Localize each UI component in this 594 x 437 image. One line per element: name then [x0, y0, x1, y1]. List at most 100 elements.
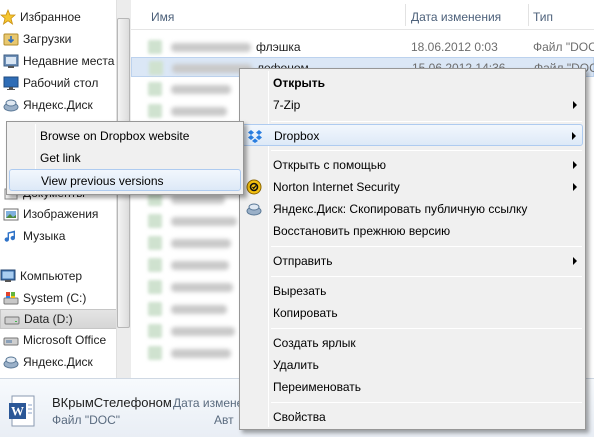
nav-item-desktop[interactable]: Рабочий стол: [3, 73, 98, 93]
computer-icon: [0, 268, 16, 284]
star-icon: [0, 8, 17, 25]
blurred-filename: [171, 283, 233, 292]
system-drive-icon: [3, 290, 19, 306]
menu-item-label: Восстановить прежнюю версию: [273, 224, 451, 238]
file-type: Файл "DOC: [533, 40, 594, 54]
nav-item-label: Data (D:): [24, 312, 73, 326]
blurred-filename: [171, 107, 227, 116]
details-filename: ВКрымСтелефоном: [52, 395, 172, 410]
menu-item-label: Norton Internet Security: [273, 180, 400, 194]
yandex-disk-icon: [3, 354, 19, 370]
dropbox-icon: [247, 128, 263, 144]
file-icon: [148, 104, 162, 118]
menu-separator: [271, 402, 582, 403]
menu-item-label: View previous versions: [41, 174, 164, 188]
blurred-filename: [171, 239, 231, 248]
menu-item-cut[interactable]: Вырезать: [242, 280, 583, 302]
menu-item-view-previous-versions[interactable]: View previous versions: [9, 169, 241, 191]
menu-item-properties[interactable]: Свойства: [242, 406, 583, 428]
menu-item-label: 7-Zip: [273, 98, 301, 112]
menu-item-label: Создать ярлык: [273, 336, 356, 350]
file-icon: [148, 214, 162, 228]
nav-item-recent-places[interactable]: Недавние места: [3, 51, 114, 71]
menu-item-label: Яндекс.Диск: Скопировать публичную ссылк…: [273, 202, 528, 216]
table-row[interactable]: флэшка 18.06.2012 0:03 Файл "DOC: [131, 37, 594, 57]
word-document-icon: W: [8, 395, 36, 427]
file-icon: [148, 302, 162, 316]
menu-item-open-with[interactable]: Открыть с помощью: [242, 154, 583, 176]
yandex-disk-icon: [246, 201, 262, 217]
column-header-name[interactable]: Имя: [151, 10, 174, 24]
nav-item-label: Microsoft Office: [23, 333, 107, 347]
menu-item-label: Отправить: [273, 254, 333, 268]
blurred-filename: [171, 43, 251, 52]
menu-item-label: Dropbox: [274, 129, 320, 143]
recent-places-icon: [3, 53, 19, 69]
menu-item-norton[interactable]: Norton Internet Security: [242, 176, 583, 198]
nav-item-system-drive[interactable]: System (C:): [3, 288, 86, 308]
menu-separator: [271, 150, 582, 151]
menu-separator: [271, 328, 582, 329]
submenu-arrow-icon: [572, 132, 576, 140]
nav-item-yandex-disk-2[interactable]: Яндекс.Диск: [3, 352, 93, 372]
menu-item-label: Свойства: [273, 410, 326, 424]
menu-item-label: Вырезать: [273, 284, 327, 298]
menu-item-label: Копировать: [273, 306, 338, 320]
nav-item-music[interactable]: Музыка: [3, 226, 65, 246]
nav-item-microsoft-office[interactable]: Microsoft Office: [3, 330, 106, 350]
blurred-filename: [171, 217, 237, 226]
menu-item-dropbox[interactable]: Dropbox: [242, 124, 583, 146]
menu-item-label: Переименовать: [273, 380, 361, 394]
dropbox-submenu: Browse on Dropbox website Get link View …: [6, 121, 244, 195]
menu-item-rename[interactable]: Переименовать: [242, 376, 583, 398]
nav-item-downloads[interactable]: Загрузки: [3, 29, 71, 49]
nav-item-data-drive[interactable]: Data (D:): [0, 309, 118, 329]
column-header-date[interactable]: Дата изменения: [411, 10, 501, 24]
menu-item-open[interactable]: Открыть: [242, 72, 583, 94]
svg-text:W: W: [11, 404, 24, 419]
blurred-filename: [171, 85, 231, 94]
column-divider[interactable]: [528, 4, 529, 26]
nav-item-pictures[interactable]: Изображения: [3, 204, 98, 224]
menu-item-get-link[interactable]: Get link: [9, 147, 241, 169]
file-name: флэшка: [256, 40, 301, 54]
details-type: Файл "DOC": [52, 413, 121, 427]
yandex-disk-icon: [3, 97, 19, 113]
menu-item-copy[interactable]: Копировать: [242, 302, 583, 324]
blurred-filename: [171, 195, 225, 204]
menu-item-label: Get link: [40, 151, 81, 165]
nav-item-favorites[interactable]: Избранное: [0, 7, 81, 27]
details-author-label: Авт: [214, 413, 234, 427]
column-divider[interactable]: [405, 4, 406, 26]
menu-item-label: Удалить: [273, 358, 319, 372]
menu-separator: [271, 121, 582, 122]
file-date: 18.06.2012 0:03: [411, 40, 498, 54]
menu-item-7zip[interactable]: 7-Zip: [242, 94, 583, 116]
nav-item-label: System (C:): [23, 291, 87, 305]
file-icon: [148, 324, 162, 338]
nav-item-computer[interactable]: Компьютер: [0, 266, 82, 286]
menu-item-label: Открыть с помощью: [273, 158, 387, 172]
menu-item-restore-previous[interactable]: Восстановить прежнюю версию: [242, 220, 583, 242]
nav-item-label: Рабочий стол: [23, 76, 99, 90]
nav-item-label: Музыка: [23, 229, 66, 243]
submenu-arrow-icon: [573, 161, 577, 169]
nav-item-label: Избранное: [20, 10, 81, 24]
menu-item-browse-dropbox[interactable]: Browse on Dropbox website: [9, 125, 241, 147]
menu-item-delete[interactable]: Удалить: [242, 354, 583, 376]
menu-item-yandex-copy-link[interactable]: Яндекс.Диск: Скопировать публичную ссылк…: [242, 198, 583, 220]
menu-item-create-shortcut[interactable]: Создать ярлык: [242, 332, 583, 354]
menu-item-send-to[interactable]: Отправить: [242, 250, 583, 272]
blurred-filename: [171, 327, 235, 336]
downloads-folder-icon: [3, 31, 19, 47]
file-icon: [149, 61, 163, 75]
music-library-icon: [3, 228, 19, 244]
file-icon: [148, 236, 162, 250]
submenu-arrow-icon: [573, 257, 577, 265]
nav-item-label: Яндекс.Диск: [23, 355, 93, 369]
menu-item-label: Открыть: [273, 76, 326, 90]
column-header-type[interactable]: Тип: [533, 10, 553, 24]
file-icon: [148, 40, 162, 54]
menu-separator: [271, 246, 582, 247]
nav-item-yandex-disk[interactable]: Яндекс.Диск: [3, 95, 93, 115]
